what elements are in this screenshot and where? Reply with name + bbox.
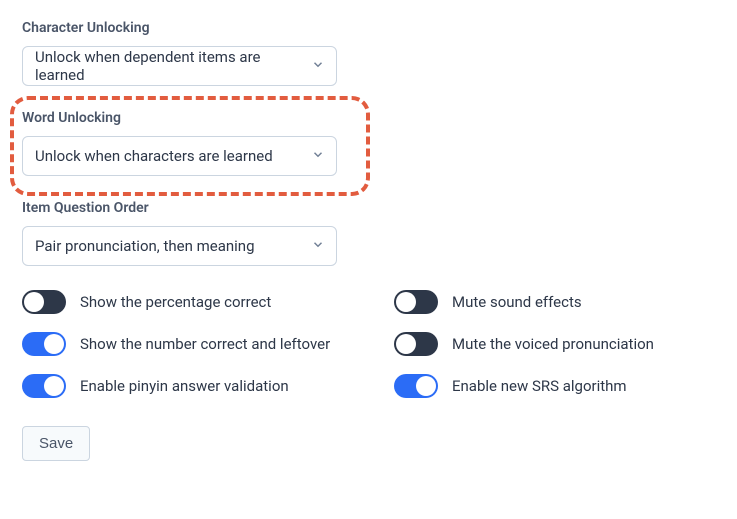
toggle-mute-pronunciation: Mute the voiced pronunciation bbox=[394, 332, 654, 356]
toggle-label: Mute the voiced pronunciation bbox=[452, 335, 654, 353]
word-unlocking-select[interactable]: Unlock when characters are learned bbox=[22, 136, 337, 176]
save-button[interactable]: Save bbox=[22, 426, 90, 461]
select-value: Unlock when characters are learned bbox=[22, 136, 337, 176]
toggle-label: Show the number correct and leftover bbox=[80, 335, 330, 353]
toggle-switch[interactable] bbox=[394, 374, 438, 398]
toggle-pinyin-validation: Enable pinyin answer validation bbox=[22, 374, 354, 398]
toggle-percentage-correct: Show the percentage correct bbox=[22, 290, 354, 314]
toggle-number-correct: Show the number correct and leftover bbox=[22, 332, 354, 356]
toggle-label: Enable pinyin answer validation bbox=[80, 377, 289, 395]
toggle-new-srs: Enable new SRS algorithm bbox=[394, 374, 654, 398]
item-question-order-select[interactable]: Pair pronunciation, then meaning bbox=[22, 226, 337, 266]
toggle-col-left: Show the percentage correct Show the num… bbox=[22, 290, 354, 398]
word-unlocking-label: Word Unlocking bbox=[22, 110, 717, 126]
item-question-order-label: Item Question Order bbox=[22, 200, 717, 216]
character-unlocking-select[interactable]: Unlock when dependent items are learned bbox=[22, 46, 337, 86]
toggle-label: Show the percentage correct bbox=[80, 293, 271, 311]
word-unlocking-field: Word Unlocking Unlock when characters ar… bbox=[22, 110, 717, 176]
toggle-switch[interactable] bbox=[394, 332, 438, 356]
toggle-col-right: Mute sound effects Mute the voiced pronu… bbox=[394, 290, 654, 398]
item-question-order-field: Item Question Order Pair pronunciation, … bbox=[22, 200, 717, 266]
character-unlocking-field: Character Unlocking Unlock when dependen… bbox=[22, 20, 717, 86]
select-value: Unlock when dependent items are learned bbox=[22, 46, 337, 86]
toggle-label: Mute sound effects bbox=[452, 293, 582, 311]
select-value: Pair pronunciation, then meaning bbox=[22, 226, 337, 266]
toggle-switch[interactable] bbox=[394, 290, 438, 314]
toggle-switch[interactable] bbox=[22, 290, 66, 314]
toggle-label: Enable new SRS algorithm bbox=[452, 377, 627, 395]
toggle-switch[interactable] bbox=[22, 332, 66, 356]
toggle-switch[interactable] bbox=[22, 374, 66, 398]
toggle-section: Show the percentage correct Show the num… bbox=[22, 290, 717, 398]
character-unlocking-label: Character Unlocking bbox=[22, 20, 717, 36]
toggle-mute-sound: Mute sound effects bbox=[394, 290, 654, 314]
